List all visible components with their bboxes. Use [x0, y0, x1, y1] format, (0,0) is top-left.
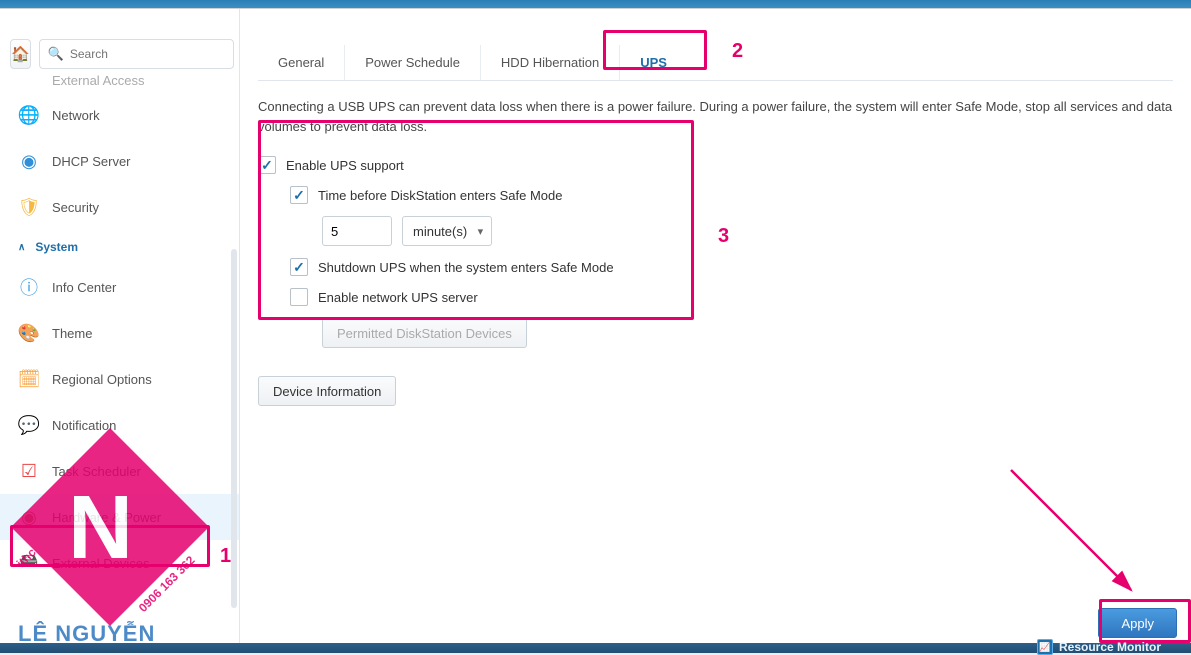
sidebar-item-notification[interactable]: 💬 Notification: [0, 402, 239, 448]
sidebar-section-system[interactable]: ∧ System: [0, 230, 239, 264]
option-shutdown-ups[interactable]: Shutdown UPS when the system enters Safe…: [258, 252, 1173, 282]
sidebar-item-external-devices[interactable]: 🖴 External Devices: [0, 540, 239, 586]
sidebar-item-task-scheduler[interactable]: ☑ Task Scheduler: [0, 448, 239, 494]
tab-hdd-hibernation[interactable]: HDD Hibernation: [481, 45, 620, 80]
option-enable-ups[interactable]: Enable UPS support: [258, 150, 1173, 180]
search-icon: 🔍: [48, 46, 64, 62]
sidebar-item-hardware-power[interactable]: ◉ Hardware & Power: [0, 494, 239, 540]
time-unit-select[interactable]: minute(s): [402, 216, 492, 246]
sidebar-item-external-access[interactable]: External Access: [0, 73, 239, 92]
description-text: Connecting a USB UPS can prevent data lo…: [258, 97, 1173, 136]
sidebar-item-info-center[interactable]: ⓘ Info Center: [0, 264, 239, 310]
device-information-button[interactable]: Device Information: [258, 376, 396, 406]
sidebar-item-security[interactable]: 🛡 Security: [0, 184, 239, 230]
shield-icon: 🛡: [18, 196, 40, 218]
apply-button[interactable]: Apply: [1098, 608, 1177, 638]
sidebar-item-network[interactable]: 🌐 Network: [0, 92, 239, 138]
sidebar-item-dhcp[interactable]: ◉ DHCP Server: [0, 138, 239, 184]
sidebar: 🏠 🔍 External Access 🌐 Network ◉ DHCP Ser…: [0, 9, 240, 648]
hardware-icon: ◉: [18, 506, 40, 528]
taskbar: [0, 643, 1191, 653]
device-icon: 🖴: [18, 552, 40, 574]
tab-general[interactable]: General: [258, 45, 345, 80]
home-button[interactable]: 🏠: [10, 39, 31, 69]
tab-ups[interactable]: UPS: [620, 45, 687, 80]
theme-icon: 🎨: [18, 322, 40, 344]
checkbox-network-ups[interactable]: [290, 288, 308, 306]
checkbox-shutdown-ups[interactable]: [290, 258, 308, 276]
checkbox-time-before[interactable]: [290, 186, 308, 204]
tabs: General Power Schedule HDD Hibernation U…: [258, 45, 1173, 81]
checkbox-enable-ups[interactable]: [258, 156, 276, 174]
time-value-input[interactable]: [322, 216, 392, 246]
content-area: General Power Schedule HDD Hibernation U…: [240, 9, 1191, 648]
info-icon: ⓘ: [18, 276, 40, 298]
calendar-icon: 🗓: [18, 368, 40, 390]
chat-icon: 💬: [18, 414, 40, 436]
sidebar-item-theme[interactable]: 🎨 Theme: [0, 310, 239, 356]
scrollbar[interactable]: [231, 249, 237, 608]
check-icon: ☑: [18, 460, 40, 482]
option-network-ups[interactable]: Enable network UPS server: [258, 282, 1173, 312]
permitted-devices-button: Permitted DiskStation Devices: [322, 318, 527, 348]
sidebar-item-regional[interactable]: 🗓 Regional Options: [0, 356, 239, 402]
tab-power-schedule[interactable]: Power Schedule: [345, 45, 481, 80]
option-time-before[interactable]: Time before DiskStation enters Safe Mode: [258, 180, 1173, 210]
dhcp-icon: ◉: [18, 150, 40, 172]
network-icon: 🌐: [18, 104, 40, 126]
chevron-up-icon: ∧: [18, 242, 25, 253]
search-input[interactable]: 🔍: [39, 39, 234, 69]
